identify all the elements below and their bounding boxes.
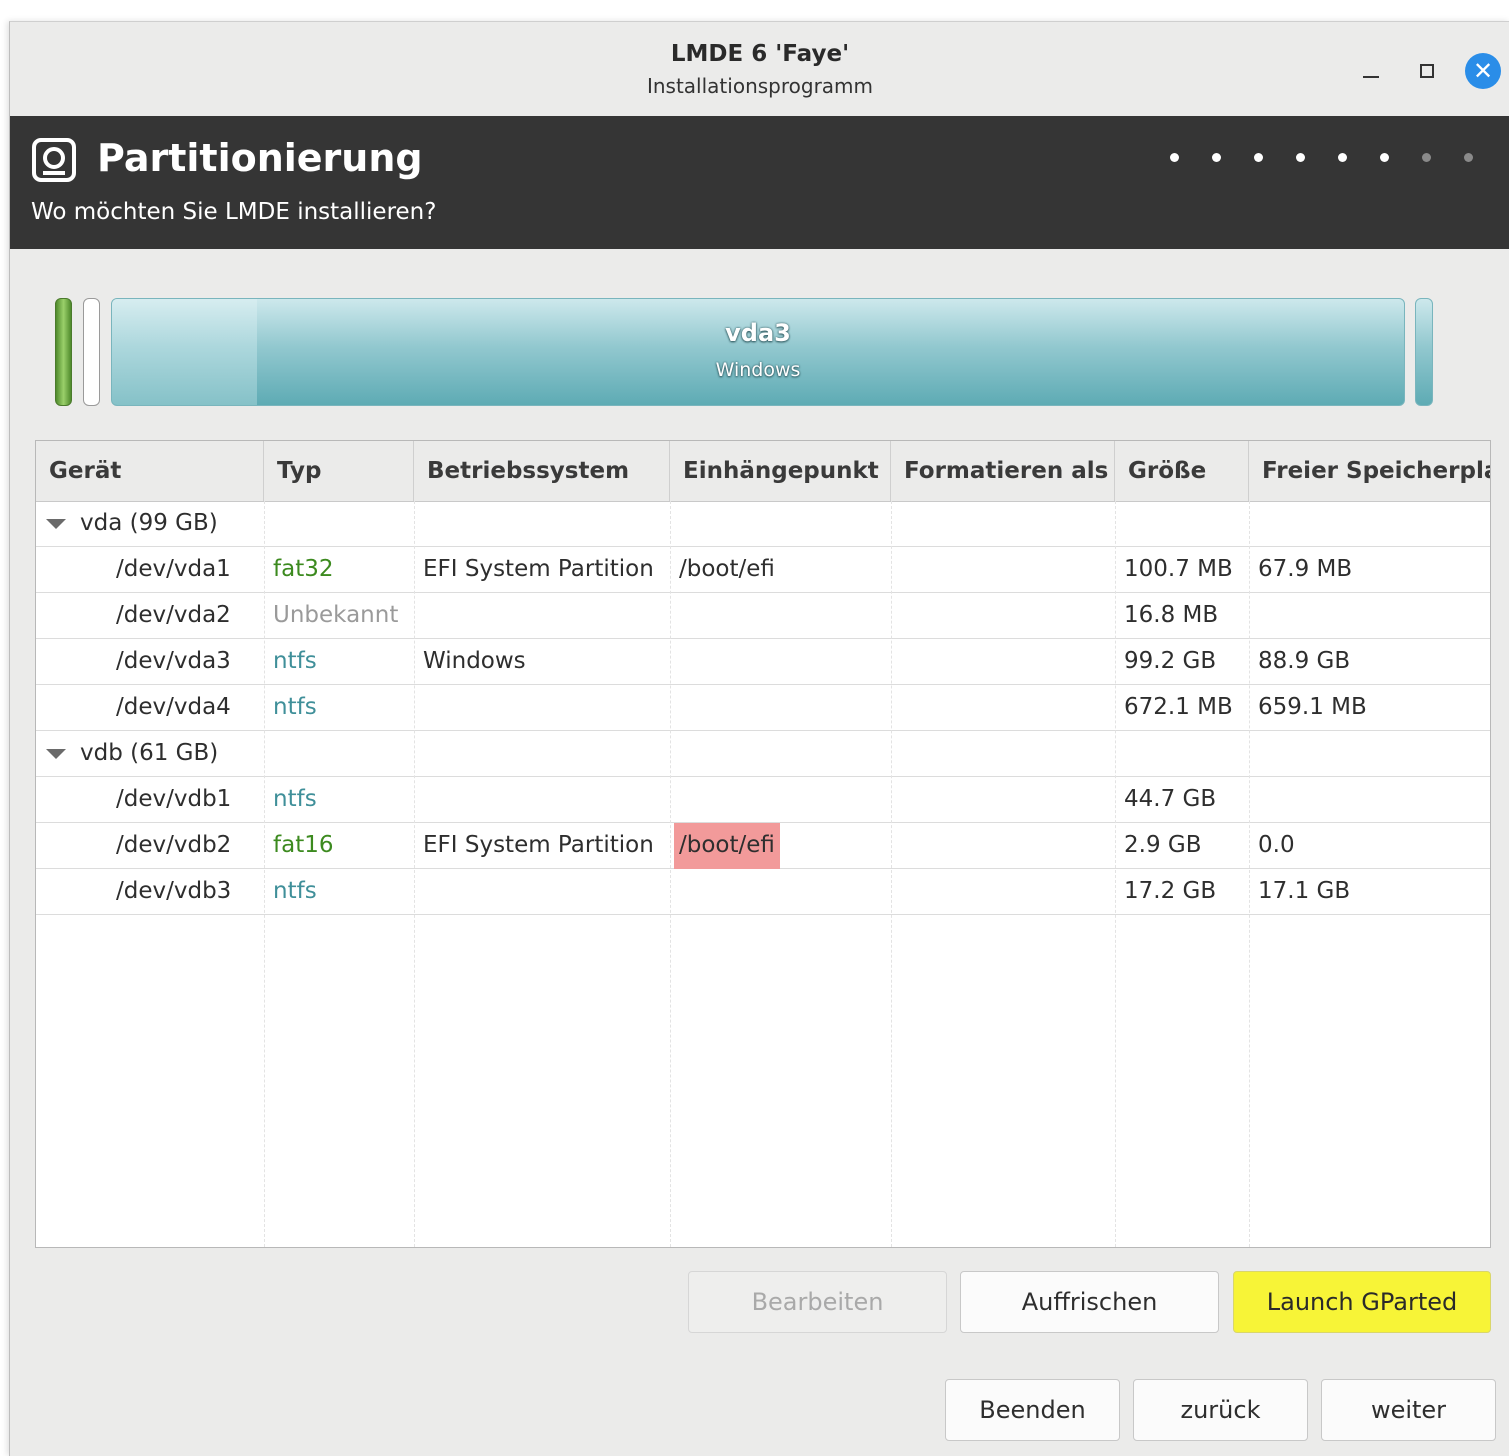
segment-os: Windows [715,359,801,381]
cell-type: fat32 [273,556,334,582]
cell-device: /dev/vda4 [116,694,231,720]
progress-dot [1380,153,1389,162]
used-space-fill [112,299,257,405]
disk-row[interactable]: vda (99 GB) [36,501,1490,547]
edit-button[interactable]: Bearbeiten [688,1271,947,1333]
expander-icon[interactable] [46,519,66,529]
page-title: Partitionierung [97,136,423,180]
progress-dot [1338,153,1347,162]
cell-free: 67.9 MB [1258,556,1353,582]
maximize-button[interactable] [1412,56,1442,86]
mount-conflict-highlight: /boot/efi [674,823,780,869]
expander-icon[interactable] [46,749,66,759]
partition-table: Gerät Typ Betriebssystem Einhängepunkt Forma… [35,440,1491,1248]
cell-device: /dev/vda1 [116,556,231,582]
disk-icon [32,138,76,182]
column-header-type[interactable]: Typ [264,441,414,501]
column-header-os[interactable]: Betriebssystem [414,441,670,501]
cell-type: ntfs [273,786,317,812]
cell-device: /dev/vdb1 [116,786,232,812]
disk-label: vda (99 GB) [80,510,218,536]
table-header: Gerät Typ Betriebssystem Einhängepunkt Forma… [36,441,1490,502]
minimize-icon [1363,76,1379,78]
cell-size: 672.1 MB [1124,694,1233,720]
progress-dot [1254,153,1263,162]
cell-type: fat16 [273,832,334,858]
disk-segment-vda2[interactable] [83,298,100,406]
cell-mount: /boot/efi [674,823,780,869]
cell-mount: /boot/efi [679,556,775,582]
cell-device: /dev/vdb2 [116,832,232,858]
progress-dot [1464,153,1473,162]
segment-label: vda3 [725,319,791,347]
cell-device: /dev/vdb3 [116,878,232,904]
column-separator [414,501,415,1247]
disk-segment-vda4[interactable] [1415,298,1433,406]
column-separator [891,501,892,1247]
window-subtitle: Installationsprogramm [646,74,874,98]
column-separator [264,501,265,1247]
cell-free: 88.9 GB [1258,648,1351,674]
disk-segment-vda1[interactable] [55,298,72,406]
cell-free: 17.1 GB [1258,878,1351,904]
column-header-size[interactable]: Größe [1115,441,1249,501]
column-separator [670,501,671,1247]
partition-row[interactable]: /dev/vda3 ntfs Windows 99.2 GB 88.9 GB [36,639,1490,685]
quit-button[interactable]: Beenden [945,1379,1120,1441]
column-separator [1115,501,1116,1247]
cell-size: 44.7 GB [1124,786,1217,812]
cell-type: ntfs [273,648,317,674]
partition-row[interactable]: /dev/vdb1 ntfs 44.7 GB [36,777,1490,823]
minimize-button[interactable] [1356,56,1386,86]
disk-label: vdb (61 GB) [80,740,219,766]
column-header-device[interactable]: Gerät [36,441,264,501]
cell-size: 17.2 GB [1124,878,1217,904]
cell-type: Unbekannt [273,602,399,628]
cell-size: 100.7 MB [1124,556,1233,582]
cell-free: 659.1 MB [1258,694,1367,720]
next-button[interactable]: weiter [1321,1379,1496,1441]
progress-dot [1296,153,1305,162]
column-header-free[interactable]: Freier Speicherplatz [1249,441,1490,501]
disk-row[interactable]: vdb (61 GB) [36,731,1490,777]
page-subtitle: Wo möchten Sie LMDE installieren? [31,199,437,225]
disk-segment-vda3[interactable]: vda3 Windows [111,298,1405,406]
partition-row[interactable]: /dev/vdb2 fat16 EFI System Partition/boot/… [36,823,1490,869]
progress-dot [1422,153,1431,162]
cell-os: EFI System Partition [423,832,654,858]
window-title: LMDE 6 'Faye' [670,41,850,67]
cell-device: /dev/vda2 [116,602,231,628]
close-icon: ✕ [1472,57,1494,85]
close-button[interactable]: ✕ [1465,53,1501,89]
installer-window: LMDE 6 'Faye' Installationsprogramm ✕ Pa… [9,21,1509,1456]
maximize-icon [1420,64,1434,78]
cell-free: 0.0 [1258,832,1295,858]
cell-size: 99.2 GB [1124,648,1217,674]
column-separator [1249,501,1250,1247]
column-header-format[interactable]: Formatieren als [891,441,1115,501]
partition-row[interactable]: /dev/vda4 ntfs 672.1 MB 659.1 MB [36,685,1490,731]
cell-device: /dev/vda3 [116,648,231,674]
cell-size: 16.8 MB [1124,602,1219,628]
progress-dot [1170,153,1179,162]
cell-type: ntfs [273,878,317,904]
cell-os: Windows [423,648,526,674]
progress-dot [1212,153,1221,162]
back-button[interactable]: zurück [1133,1379,1308,1441]
title-bar[interactable]: LMDE 6 'Faye' Installationsprogramm ✕ [10,22,1509,116]
cell-os: EFI System Partition [423,556,654,582]
partition-row[interactable]: /dev/vda2 Unbekannt 16.8 MB [36,593,1490,639]
cell-size: 2.9 GB [1124,832,1202,858]
column-header-mount[interactable]: Einhängepunkt [670,441,891,501]
launch-gparted-button[interactable]: Launch GParted [1233,1271,1491,1333]
partition-row[interactable]: /dev/vdb3 ntfs 17.2 GB 17.1 GB [36,869,1490,915]
partition-row[interactable]: /dev/vda1 fat32 EFI System Partition/boot/… [36,547,1490,593]
cell-type: ntfs [273,694,317,720]
refresh-button[interactable]: Auffrischen [960,1271,1219,1333]
page-header: Partitionierung Wo möchten Sie LMDE inst… [10,116,1509,249]
